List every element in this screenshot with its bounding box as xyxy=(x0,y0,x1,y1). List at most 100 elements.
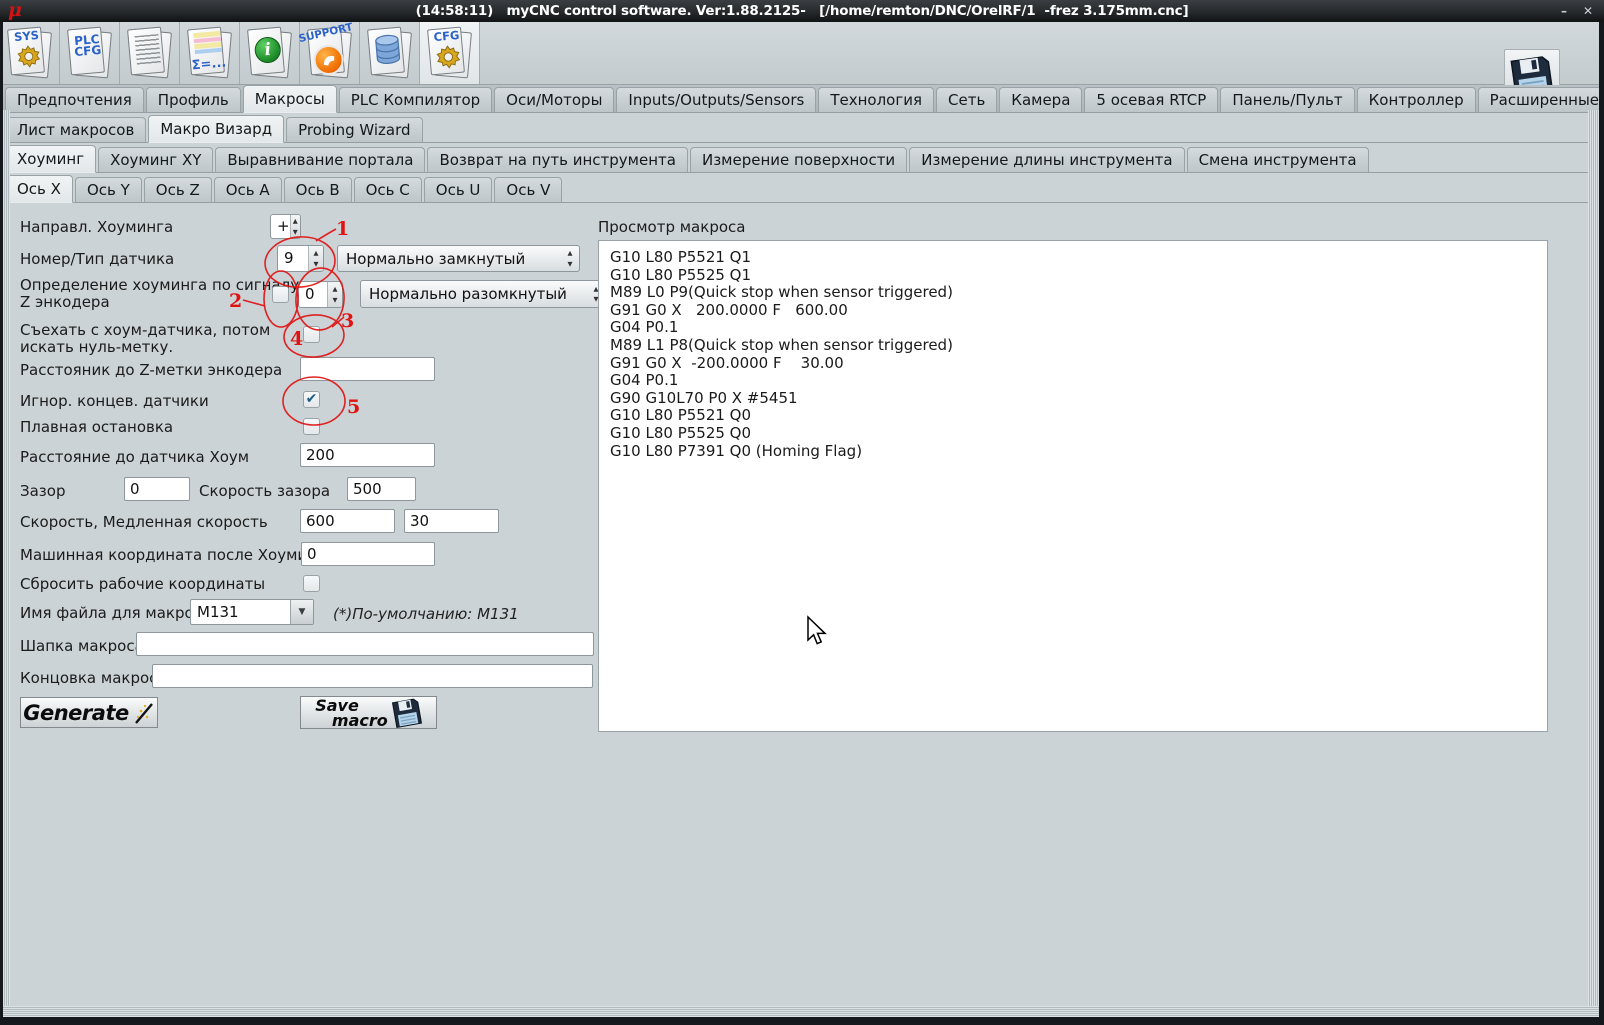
sensor-number-spinbox[interactable]: 9 ▲ ▼ xyxy=(277,245,324,272)
arrow-down-icon[interactable]: ▼ xyxy=(293,228,298,236)
machine-coord-input[interactable] xyxy=(301,542,435,566)
gap-speed-input[interactable] xyxy=(347,477,416,501)
minimize-button[interactable]: – xyxy=(1552,0,1576,22)
check-icon: ✔ xyxy=(305,390,318,407)
arrow-up-icon[interactable]: ▲ xyxy=(314,249,319,257)
tab-controller[interactable]: Контроллер xyxy=(1356,87,1476,112)
tab-axis-z[interactable]: Ось Z xyxy=(143,177,212,202)
tab-axis-v[interactable]: Ось V xyxy=(494,177,563,202)
arrow-up-icon[interactable]: ▲ xyxy=(333,285,338,293)
toolbar-button-support[interactable]: SUPPORT xyxy=(298,21,360,84)
tab-technology[interactable]: Технология xyxy=(818,87,935,112)
tab-advanced[interactable]: Расширенные настройки xyxy=(1477,87,1604,112)
title-bar: μ (14:58:11) myCNC control software. Ver… xyxy=(0,0,1604,22)
window-border-bottom xyxy=(0,1017,1604,1025)
wizard-tab-bar: Хоуминг Хоуминг XY Выравнивание портала … xyxy=(0,143,1604,173)
floppy-disk-icon xyxy=(391,698,422,728)
generate-button[interactable]: Generate xyxy=(20,697,158,728)
slow-speed-input[interactable] xyxy=(404,509,499,533)
tab-axes-motors[interactable]: Оси/Моторы xyxy=(494,87,615,112)
dropdown-arrow-icon[interactable]: ▼ xyxy=(290,600,313,624)
tab-axis-c[interactable]: Ось C xyxy=(353,177,422,202)
tab-homing-xy[interactable]: Хоуминг XY xyxy=(98,147,214,172)
back-off-checkbox[interactable] xyxy=(303,326,320,343)
tab-profile[interactable]: Профиль xyxy=(145,87,241,112)
toolbar-button-cfg[interactable]: CFG xyxy=(420,22,480,84)
tab-axis-u[interactable]: Ось U xyxy=(423,177,493,202)
tab-axis-y[interactable]: Ось Y xyxy=(74,177,142,202)
tab-return-to-path[interactable]: Возврат на путь инструмента xyxy=(427,147,688,172)
encoder-z-checkbox[interactable] xyxy=(272,286,289,303)
tab-gantry-alignment[interactable]: Выравнивание портала xyxy=(215,147,426,172)
frame-lines-left xyxy=(3,110,10,1011)
toolbar-button-database[interactable] xyxy=(360,22,420,84)
macro-header-label: Шапка макроса xyxy=(20,637,144,655)
tab-inputs-outputs[interactable]: Inputs/Outputs/Sensors xyxy=(616,87,817,112)
save-macro-button[interactable]: Save macro xyxy=(300,696,437,729)
combo-arrows[interactable]: ▲ ▼ xyxy=(564,249,579,268)
gap-input[interactable] xyxy=(124,477,190,501)
tab-surface-measure[interactable]: Измерение поверхности xyxy=(689,147,908,172)
annotation-number-4: 4 xyxy=(290,328,303,350)
tab-axis-a[interactable]: Ось A xyxy=(213,177,282,202)
window-title: (14:58:11) myCNC control software. Ver:1… xyxy=(415,3,1189,19)
tab-tool-change[interactable]: Смена инструмента xyxy=(1186,147,1369,172)
tab-macro-wizard[interactable]: Макро Визард xyxy=(148,115,285,143)
text-document-icon xyxy=(124,25,172,81)
encoder-z-spinbox[interactable]: 0 ▲ ▼ xyxy=(298,281,343,308)
sensor-number-value: 9 xyxy=(284,249,294,267)
z-mark-distance-label: Расстояник до Z-метки энкодера xyxy=(20,361,283,379)
homing-direction-spinbox[interactable]: + ▲ ▼ xyxy=(270,214,301,239)
tab-tool-length-measure[interactable]: Измерение длины инструмента xyxy=(909,147,1185,172)
arrow-down-icon[interactable]: ▼ xyxy=(568,260,573,268)
support-icon: SUPPORT xyxy=(298,21,354,81)
tab-homing[interactable]: Хоуминг xyxy=(5,145,97,173)
tab-macros[interactable]: Макросы xyxy=(242,85,337,113)
toolbar-button-sys[interactable]: SYS xyxy=(0,22,60,84)
macro-file-label: Имя файла для макроса xyxy=(20,604,212,622)
toolbar-button-plc-cfg[interactable]: PLC CFG xyxy=(60,22,120,84)
homing-direction-label: Направл. Хоуминга xyxy=(20,218,174,236)
macro-file-combobox[interactable]: M131 ▼ xyxy=(190,599,314,625)
arrow-down-icon[interactable]: ▼ xyxy=(333,296,338,304)
tab-axis-b[interactable]: Ось B xyxy=(283,177,352,202)
tab-plc-compiler[interactable]: PLC Компилятор xyxy=(338,87,493,112)
tab-network[interactable]: Сеть xyxy=(936,87,998,112)
ignore-limits-checkbox[interactable]: ✔ xyxy=(303,391,320,408)
database-icon xyxy=(364,25,412,81)
tab-panel[interactable]: Панель/Пульт xyxy=(1220,87,1355,112)
tab-5axis-rtcp[interactable]: 5 осевая RTCP xyxy=(1084,87,1219,112)
spinner-arrows[interactable]: ▲ ▼ xyxy=(308,246,323,271)
macro-header-input[interactable] xyxy=(136,632,594,656)
spinner-arrows[interactable]: ▲ ▼ xyxy=(327,282,342,307)
formula-icon: Σ=... xyxy=(184,25,232,81)
fast-speed-input[interactable] xyxy=(300,509,395,533)
plc-cfg-icon: PLC CFG xyxy=(64,25,112,81)
magic-wand-icon xyxy=(134,702,153,724)
encoder-z-type-combobox[interactable]: Нормально разомкнутый ▲ ▼ xyxy=(360,280,606,308)
tab-camera[interactable]: Камера xyxy=(999,87,1083,112)
stripe xyxy=(194,47,222,55)
arrow-up-icon[interactable]: ▲ xyxy=(293,217,298,225)
tab-macro-list[interactable]: Лист макросов xyxy=(5,117,147,142)
reset-coords-checkbox[interactable] xyxy=(303,575,320,592)
spinner-arrows[interactable]: ▲ ▼ xyxy=(289,215,300,238)
toolbar-button-formulas[interactable]: Σ=... xyxy=(180,22,240,84)
frame-lines-bottom xyxy=(3,1006,1599,1017)
frame-lines-right xyxy=(1588,110,1599,1011)
encoder-z-label: Определение хоуминга по сигналу Z энкоде… xyxy=(20,276,300,311)
arrow-up-icon[interactable]: ▲ xyxy=(568,249,573,257)
sensor-type-combobox[interactable]: Нормально замкнутый ▲ ▼ xyxy=(337,245,580,272)
z-mark-distance-input[interactable] xyxy=(300,357,435,381)
smooth-stop-checkbox[interactable] xyxy=(303,418,320,435)
toolbar-button-info[interactable]: i xyxy=(240,22,300,84)
macro-footer-input[interactable] xyxy=(152,664,593,688)
macro-preview-textarea[interactable]: G10 L80 P5521 Q1 G10 L80 P5525 Q1 M89 L0… xyxy=(598,240,1548,732)
tab-preferences[interactable]: Предпочтения xyxy=(5,87,144,112)
tab-probing-wizard[interactable]: Probing Wizard xyxy=(286,117,423,142)
toolbar-button-document[interactable] xyxy=(120,22,180,84)
close-button[interactable]: ✕ xyxy=(1576,0,1600,22)
home-distance-input[interactable] xyxy=(300,443,435,467)
tab-axis-x[interactable]: Ось X xyxy=(5,175,73,203)
arrow-down-icon[interactable]: ▼ xyxy=(314,260,319,268)
